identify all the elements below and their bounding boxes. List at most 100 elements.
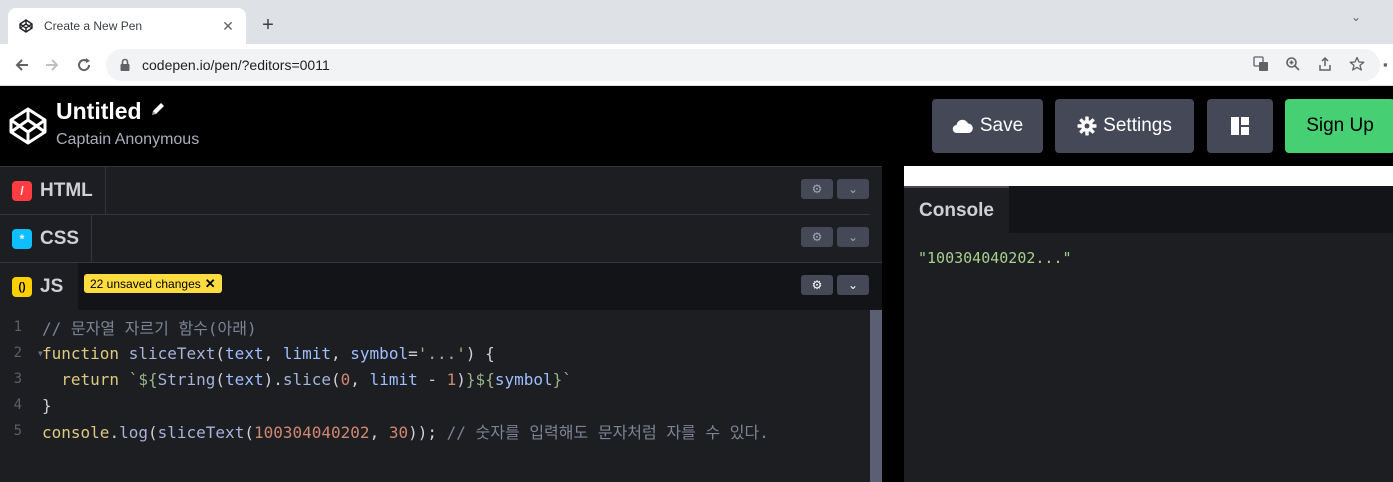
save-button[interactable]: Save [932,99,1043,153]
tab-html[interactable]: / HTML [0,167,106,215]
html-settings-gear-icon[interactable]: ⚙ [801,179,833,199]
extensions-icon[interactable]: ▪ [1383,57,1393,72]
js-editor-controls: ⚙ ⌄ [801,275,869,295]
tab-css-label: CSS [40,228,80,249]
settings-button-label: Settings [1103,115,1172,136]
js-settings-gear-icon[interactable]: ⚙ [801,275,833,295]
edit-pencil-icon[interactable] [150,101,166,122]
code-punct: = [408,343,418,363]
code-punct: ) [456,369,466,389]
js-icon: () [12,277,32,297]
code-punct: ( [215,369,226,389]
pen-title[interactable]: Untitled [56,98,166,125]
code-comment: // 숫자를 입력해도 문자처럼 자를 수 있다. [446,423,769,442]
code-param: text [225,343,264,363]
code-template: `${ [128,369,158,389]
code-method: slice [282,369,332,389]
code-function-name: sliceText [128,343,216,363]
sign-up-button[interactable]: Sign Up [1285,99,1393,153]
css-settings-gear-icon[interactable]: ⚙ [801,227,833,247]
code-param: limit [282,343,332,363]
zoom-icon[interactable] [1284,55,1302,73]
code-method: log [119,423,148,442]
code-punct: ( [215,343,226,363]
close-tab-icon[interactable]: ✕ [220,18,236,35]
code-line: 5 console.log(sliceText(100304040202, 30… [0,418,769,444]
code-keyword: return [61,369,120,389]
new-tab-button[interactable]: + [258,14,278,36]
tab-js-label: JS [40,276,64,297]
editor-gutter [870,214,882,262]
resize-divider[interactable] [882,166,904,482]
code-function-name: sliceText [157,423,245,442]
codepen-favicon-icon [18,18,34,34]
html-editor-controls: ⚙ ⌄ [801,179,869,199]
code-object: console [42,423,110,442]
fold-arrow-icon[interactable]: ▼ [38,349,43,358]
console-panel: Console "100304040202..." [904,186,1393,482]
lock-icon [120,58,130,71]
unsaved-changes-label: 22 unsaved changes [90,276,201,291]
code-string: '...' [417,343,466,363]
code-number: 0 [340,369,351,389]
reload-icon[interactable] [72,53,96,77]
preview-frame[interactable] [904,166,1393,186]
console-output: "100304040202..." [918,249,1072,267]
code-number: 30 [388,423,409,442]
code-comment: // 문자열 자르기 함수(아래) [42,319,257,338]
code-line: 1 // 문자열 자르기 함수(아래) [0,314,257,340]
code-template: }` [552,369,572,389]
pen-title-text: Untitled [56,98,142,124]
url-input[interactable]: codepen.io/pen/?editors=0011 [106,49,1380,81]
url-text: codepen.io/pen/?editors=0011 [142,57,330,73]
pen-header: Untitled Captain Anonymous Save Settings [0,86,1393,166]
tab-js[interactable]: () JS [0,263,78,311]
pen-author: Captain Anonymous [56,131,200,148]
code-punct: ). [263,369,283,389]
code-function-name: String [157,369,216,389]
console-title: Console [904,186,1009,233]
html-editor-header: / HTML ⚙ ⌄ [0,166,882,215]
codepen-logo-icon[interactable] [8,106,48,146]
back-icon[interactable] [10,53,34,77]
code-line: 3 return `${String(text).slice(0, limit … [0,366,572,392]
js-chevron-down-icon[interactable]: ⌄ [837,275,869,295]
code-punct: , [350,369,370,389]
code-punct: . [109,423,120,442]
console-header: Console [904,186,1393,233]
address-bar: codepen.io/pen/?editors=0011 ▪ [0,44,1393,86]
tab-css[interactable]: * CSS [0,215,93,263]
unsaved-changes-badge[interactable]: 22 unsaved changes ✕ [84,274,222,293]
forward-icon[interactable] [40,53,64,77]
share-icon[interactable] [1316,55,1334,73]
browser-tab[interactable]: Create a New Pen ✕ [8,8,246,44]
bookmark-star-icon[interactable] [1348,55,1366,73]
code-punct: ( [147,423,158,442]
browser-tabbar: Create a New Pen ✕ + ⌄ [0,0,1393,44]
line-number: 2 [13,345,22,361]
dismiss-unsaved-icon[interactable]: ✕ [205,276,216,292]
change-view-button[interactable] [1207,99,1273,153]
code-param: symbol [350,343,409,363]
css-chevron-down-icon[interactable]: ⌄ [837,227,869,247]
js-code-editor[interactable]: 1 // 문자열 자르기 함수(아래) 2 ▼ function sliceTe… [0,310,870,482]
code-punct: - [417,369,447,389]
code-punct: )); [408,423,437,442]
html-icon: / [12,181,32,201]
translate-icon[interactable] [1252,55,1270,73]
line-number: 1 [13,319,22,335]
tab-search-icon[interactable]: ⌄ [1351,10,1361,24]
gear-icon [1077,116,1097,136]
css-icon: * [12,229,32,249]
code-punct: ( [331,369,341,389]
cloud-icon [952,119,973,134]
code-scrollbar[interactable] [870,310,882,482]
code-punct: , [263,343,283,363]
code-line: 4 } [0,392,52,418]
code-punct: ( [244,423,254,442]
code-punct: } [42,395,52,415]
line-number: 4 [13,397,22,413]
editors-panel: / HTML ⚙ ⌄ * CSS ⚙ ⌄ () JS 22 unsaved ch… [0,166,882,482]
settings-button[interactable]: Settings [1055,99,1194,153]
html-chevron-down-icon[interactable]: ⌄ [837,179,869,199]
